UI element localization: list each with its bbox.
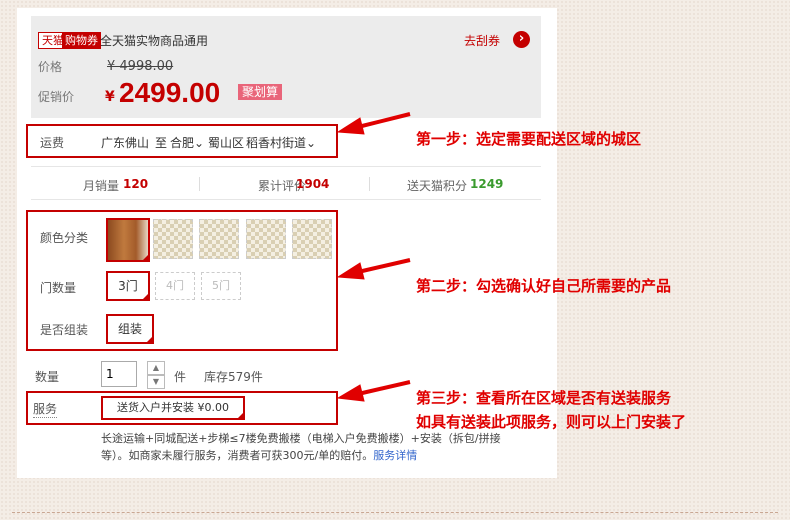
stat-separator — [199, 177, 200, 191]
color-label: 颜色分类 — [40, 231, 89, 245]
quantity-unit: 件 — [174, 370, 187, 384]
quantity-decrease-button[interactable]: ▼ — [147, 375, 165, 389]
quantity-label: 数量 — [35, 370, 60, 384]
arrow-step3 — [357, 380, 411, 396]
annotation-step3: 第三步：查看所在区域是否有送装服务 — [416, 389, 672, 407]
door-option-label: 3门 — [118, 279, 138, 293]
stock-count: 库存579件 — [204, 370, 263, 384]
district-select[interactable]: 蜀山区 — [208, 134, 244, 151]
street-select[interactable]: 稻香村街道⌄ — [246, 134, 316, 151]
city-select[interactable]: 合肥⌄ — [170, 134, 204, 151]
checkmark-icon — [236, 411, 245, 420]
ship-to-word: 至 — [155, 136, 168, 150]
city-value: 合肥 — [170, 136, 195, 150]
annotation-step3-detail: 如具有送装此项服务，则可以上门安装了 — [416, 413, 687, 431]
color-swatch-selected[interactable] — [106, 218, 150, 262]
arrow-step2-head — [336, 262, 365, 280]
shopping-coupon-tag: 购物券 — [62, 32, 101, 49]
annotation-step2: 第二步：勾选确认好自己所需要的产品 — [416, 277, 672, 295]
shipping-label: 运费 — [40, 136, 65, 150]
monthly-sales-value: 120 — [123, 177, 149, 191]
quantity-input[interactable] — [101, 361, 137, 387]
points-value: 1249 — [470, 177, 504, 191]
assembly-option-label: 组装 — [117, 322, 142, 336]
stats-top-border — [31, 166, 541, 167]
service-description-text: 等）。如商家未履行服务，消费者可获300元/单的赔付。 — [101, 449, 374, 462]
door-count-label: 门数量 — [40, 281, 77, 295]
stats-bottom-border — [31, 199, 541, 200]
service-details-link[interactable]: 服务详情 — [373, 449, 417, 462]
service-option[interactable]: 送货入户并安装 ¥0.00 — [101, 396, 245, 420]
arrow-step3-head — [336, 384, 365, 402]
ship-from: 广东佛山 — [101, 136, 150, 150]
promo-price: 2499.00 — [119, 77, 221, 108]
divider — [12, 512, 778, 513]
annotation-arrows — [336, 112, 411, 402]
monthly-sales-label: 月销量 — [83, 179, 120, 193]
scratch-coupon-link[interactable]: 去刮券 — [464, 32, 500, 49]
chevron-right-icon[interactable]: › — [513, 31, 530, 48]
promo-price-label: 促销价 — [38, 90, 75, 104]
checkmark-icon — [145, 335, 154, 344]
color-swatch[interactable] — [199, 219, 239, 259]
chevron-down-icon: ⌄ — [306, 136, 317, 150]
color-swatch[interactable] — [153, 219, 193, 259]
service-description-line2: 等）。如商家未履行服务，消费者可获300元/单的赔付。服务详情 — [101, 447, 417, 463]
reviews-value[interactable]: 1904 — [296, 177, 329, 191]
assembly-option[interactable]: 组装 — [106, 314, 154, 344]
annotation-step1: 第一步：选定需要配送区域的城区 — [416, 130, 642, 148]
service-description-line1: 长途运输+同城配送+步梯≤7楼免费搬楼（电梯入户免费搬楼）+安装（拆包/拼接 — [101, 432, 501, 445]
quantity-increase-button[interactable]: ▲ — [147, 361, 165, 375]
checkmark-icon — [141, 292, 150, 301]
chevron-down-icon: ⌄ — [194, 136, 205, 150]
arrow-step1-head — [336, 117, 365, 135]
original-price: ¥ 4998.00 — [107, 59, 174, 74]
currency-symbol: ¥ — [105, 89, 115, 105]
service-option-label: 送货入户并安装 ¥0.00 — [117, 401, 229, 414]
door-option-5[interactable]: 5门 — [201, 272, 241, 300]
price-label: 价格 — [38, 60, 63, 74]
coupon-text: 全天猫实物商品通用 — [100, 34, 209, 48]
juhuasuan-badge: 聚划算 — [238, 84, 283, 100]
street-value: 稻香村街道 — [246, 136, 307, 150]
door-option-3[interactable]: 3门 — [106, 271, 150, 301]
arrow-step2 — [357, 258, 411, 274]
assembly-label: 是否组装 — [40, 323, 89, 337]
service-label: 服务 — [33, 402, 58, 418]
checkmark-icon — [141, 253, 150, 262]
district-value: 蜀山区 — [208, 136, 245, 150]
door-option-4[interactable]: 4门 — [155, 272, 195, 300]
arrow-step1 — [357, 112, 411, 129]
color-swatch[interactable] — [292, 219, 332, 259]
color-swatch[interactable] — [246, 219, 286, 259]
